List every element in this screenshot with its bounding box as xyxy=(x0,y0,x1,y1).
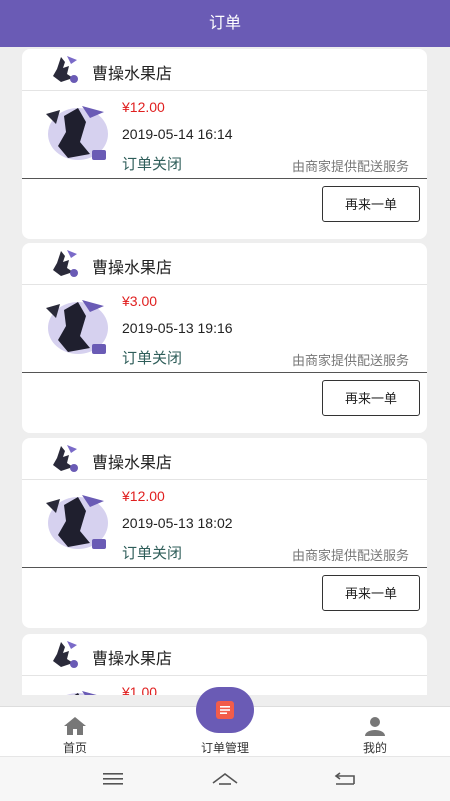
home-nav-button[interactable] xyxy=(210,767,240,791)
product-thumbnail-icon xyxy=(34,687,110,695)
delivery-note: 由商家提供配送服务 xyxy=(291,159,409,174)
order-card[interactable]: 曹操水果店 ¥3.00 2019-05-13 19:16 订单关闭 由商家提供配… xyxy=(22,243,427,433)
back-nav-button[interactable] xyxy=(330,767,360,791)
reorder-button[interactable]: 再来一单 xyxy=(322,186,420,222)
shop-logo-icon xyxy=(47,443,83,475)
back-icon xyxy=(334,772,355,785)
menu-icon xyxy=(103,773,123,785)
order-time: 2019-05-14 16:14 xyxy=(122,126,233,142)
order-status: 订单关闭 xyxy=(122,350,183,367)
order-list[interactable]: 曹操水果店 ¥12.00 2019-05-14 16:14 订单关闭 由商家提供… xyxy=(0,47,450,695)
order-time: 2019-05-13 19:16 xyxy=(122,320,233,336)
product-thumbnail-icon xyxy=(34,296,110,360)
product-thumbnail-icon xyxy=(34,491,110,555)
page-title: 订单 xyxy=(208,15,241,32)
reorder-button[interactable]: 再来一单 xyxy=(322,575,420,611)
tab-home-label: 首页 xyxy=(62,741,87,755)
order-status: 订单关闭 xyxy=(122,156,183,173)
order-management-fab[interactable] xyxy=(196,687,254,733)
order-card-header: 曹操水果店 xyxy=(22,49,427,91)
home-icon xyxy=(64,717,86,735)
system-nav-bar xyxy=(0,756,450,801)
shop-logo-icon xyxy=(47,54,83,86)
shop-name: 曹操水果店 xyxy=(92,455,173,472)
reorder-button[interactable]: 再来一单 xyxy=(322,380,420,416)
menu-nav-button[interactable] xyxy=(98,767,128,791)
order-price: ¥1.00 xyxy=(122,684,158,695)
order-card-body[interactable]: ¥3.00 2019-05-13 19:16 订单关闭 由商家提供配送服务 xyxy=(22,285,427,372)
shop-name: 曹操水果店 xyxy=(92,66,173,83)
shop-logo-icon xyxy=(47,248,83,280)
tab-mine[interactable]: 我的 xyxy=(300,707,450,757)
order-time: 2019-05-13 18:02 xyxy=(122,515,233,531)
order-card-header: 曹操水果店 xyxy=(22,243,427,285)
delivery-note: 由商家提供配送服务 xyxy=(291,353,409,368)
order-status: 订单关闭 xyxy=(122,545,183,562)
home-outline-icon xyxy=(212,773,238,785)
shop-name: 曹操水果店 xyxy=(92,651,173,668)
shop-logo-icon xyxy=(47,639,83,671)
order-card[interactable]: 曹操水果店 ¥1.00 xyxy=(22,634,427,695)
delivery-note: 由商家提供配送服务 xyxy=(291,548,409,563)
order-price: ¥12.00 xyxy=(122,488,165,504)
order-card[interactable]: 曹操水果店 ¥12.00 2019-05-13 18:02 订单关闭 由商家提供… xyxy=(22,438,427,628)
order-price: ¥12.00 xyxy=(122,99,165,115)
order-card[interactable]: 曹操水果店 ¥12.00 2019-05-14 16:14 订单关闭 由商家提供… xyxy=(22,49,427,239)
order-card-body[interactable]: ¥12.00 2019-05-13 18:02 订单关闭 由商家提供配送服务 xyxy=(22,480,427,567)
order-card-footer: 再来一单 xyxy=(22,178,427,239)
order-card-body[interactable]: ¥12.00 2019-05-14 16:14 订单关闭 由商家提供配送服务 xyxy=(22,91,427,178)
shop-name: 曹操水果店 xyxy=(92,260,173,277)
product-thumbnail-icon xyxy=(34,102,110,166)
app-header: 订单 xyxy=(0,0,450,47)
tab-order-management-label: 订单管理 xyxy=(200,741,249,755)
order-card-header: 曹操水果店 xyxy=(22,438,427,480)
user-icon xyxy=(365,717,385,736)
tab-home[interactable]: 首页 xyxy=(0,707,150,757)
order-price: ¥3.00 xyxy=(122,293,158,309)
order-card-footer: 再来一单 xyxy=(22,567,427,628)
tab-mine-label: 我的 xyxy=(362,741,387,755)
order-card-footer: 再来一单 xyxy=(22,372,427,433)
order-card-header: 曹操水果店 xyxy=(22,634,427,676)
order-icon xyxy=(216,701,234,719)
